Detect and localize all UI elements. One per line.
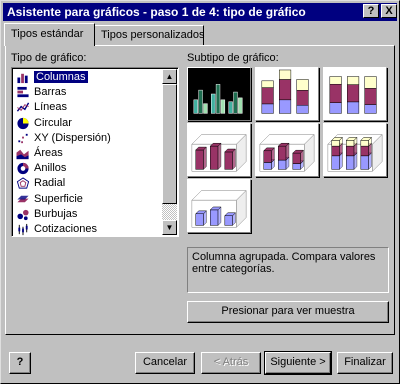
close-button[interactable]: X [381,4,397,18]
3d-stacked-column-icon [259,133,315,172]
subtype-stacked-column[interactable] [255,67,319,121]
back-button-label: < Atrás [213,356,249,368]
cancel-button[interactable]: Cancelar [135,352,195,374]
help-icon: ? [367,5,375,17]
subtype-3d-stacked-column[interactable] [255,123,319,177]
tab-label: Tipos estándar [11,28,84,40]
vertical-scrollbar[interactable]: ▲ ▼ [162,69,177,235]
scroll-down-button[interactable]: ▼ [162,220,177,235]
subtype-3d-column[interactable] [187,179,251,233]
preview-button[interactable]: Presionar para ver muestra [187,301,389,323]
list-item-label: Barras [34,86,67,99]
list-item-label: Burbujas [34,207,78,220]
stock-chart-icon [18,223,28,236]
scroll-thumb[interactable] [162,84,177,204]
column-chart-icon [17,73,28,84]
list-item-label: Columnas [34,71,88,83]
list-item[interactable]: Superficie [14,192,162,208]
tab-standard-types[interactable]: Tipos estándar [4,23,95,46]
list-item[interactable]: Líneas [14,100,162,116]
subtype-description: Columna agrupada. Compara valores entre … [187,247,389,293]
list-item-label: Circular [34,116,72,129]
bar-chart-icon [17,87,29,98]
chart-wizard-dialog: Asistente para gráficos - paso 1 de 4: t… [0,0,400,384]
100-stacked-column-icon [329,76,377,114]
list-item-label: Cotizaciones [34,223,97,235]
chart-type-list[interactable]: Columnas Barras Líneas Circular XY (Dispersi… [11,67,179,237]
radar-chart-icon [16,177,30,189]
scroll-up-button[interactable]: ▲ [162,69,177,84]
list-item-label: Áreas [34,147,63,159]
next-button[interactable]: Siguiente > [264,351,332,375]
window-title: Asistente para gráficos - paso 1 de 4: t… [7,5,306,19]
3d-column-icon [191,189,247,228]
chart-type-label: Tipo de gráfico: [11,52,87,64]
back-button[interactable]: < Atrás [201,352,261,374]
stacked-column-icon [261,69,309,114]
pie-chart-icon [17,117,29,129]
clustered-column-icon [193,84,243,114]
surface-chart-icon [17,195,29,202]
close-icon: X [385,5,393,17]
office-assistant-button[interactable]: ? [9,352,31,374]
list-item[interactable]: Columnas [14,70,162,86]
area-chart-icon [16,149,29,160]
subtype-100-stacked-column[interactable] [323,67,387,121]
3d-clustered-column-icon [191,133,247,172]
finish-button-label: Finalizar [344,356,386,368]
list-item[interactable]: Anillos [14,161,162,177]
bubble-chart-icon [17,209,29,220]
next-button-label: Siguiente > [270,356,326,368]
list-item[interactable]: Cotizaciones [14,222,162,238]
subtype-label: Subtipo de gráfico: [187,52,279,64]
cancel-button-label: Cancelar [142,356,188,368]
preview-button-label: Presionar para ver muestra [221,305,355,317]
list-item[interactable]: Circular [14,116,162,132]
line-chart-icon [16,102,30,113]
3d-100-stacked-column-icon [327,133,383,172]
subtype-3d-clustered-column[interactable] [187,123,251,177]
list-item-label: XY (Dispersión) [34,131,111,144]
finish-button[interactable]: Finalizar [337,352,393,374]
scatter-chart-icon [18,133,28,143]
tab-label: Tipos personalizados [101,29,205,41]
subtype-3d-100-stacked-column[interactable] [323,123,387,177]
list-item[interactable]: Áreas [14,146,162,162]
list-item-label: Anillos [34,162,67,175]
list-item[interactable]: XY (Dispersión) [14,131,162,147]
list-item[interactable]: Radial [14,176,162,192]
title-help-button[interactable]: ? [363,4,379,18]
list-item[interactable]: Burbujas [14,207,162,223]
tab-custom-types[interactable]: Tipos personalizados [94,25,205,45]
list-item-label: Líneas [34,101,68,114]
doughnut-chart-icon [17,163,29,175]
list-item-label: Radial [34,177,66,190]
list-item-label: Superficie [34,192,83,205]
list-item[interactable]: Barras [14,85,162,101]
title-bar: Asistente para gráficos - paso 1 de 4: t… [3,3,397,21]
help-icon: ? [16,356,24,368]
subtype-clustered-column[interactable] [187,67,251,121]
